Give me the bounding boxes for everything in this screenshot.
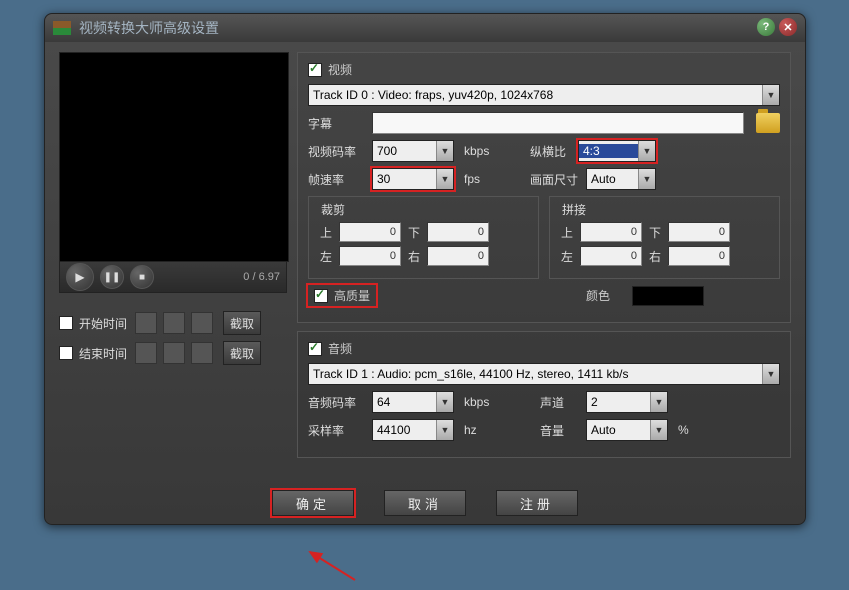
close-button[interactable]: ✕ [779,18,797,36]
fps-label: 帧速率 [308,171,366,188]
crop-bottom-input[interactable]: 0 [427,222,489,242]
video-bitrate-select[interactable]: 700 ▼ [372,140,454,162]
color-swatch[interactable] [632,286,704,306]
chevron-down-icon: ▼ [436,141,453,161]
video-track-select[interactable]: Track ID 0 : Video: fraps, yuv420p, 1024… [308,84,780,106]
join-right-input[interactable]: 0 [668,246,730,266]
audio-bitrate-label: 音频码率 [308,394,366,411]
chevron-down-icon: ▼ [762,364,779,384]
start-s[interactable] [191,312,213,334]
annotation-arrow-icon [305,550,365,590]
stop-button[interactable]: ■ [130,265,154,289]
fps-select[interactable]: 30 ▼ [372,168,454,190]
video-bitrate-label: 视频码率 [308,143,366,160]
size-label: 画面尺寸 [530,171,580,188]
sample-select[interactable]: 44100 ▼ [372,419,454,441]
grab-start-button[interactable]: 截取 [223,311,261,335]
audio-checkbox[interactable] [308,342,322,356]
window-title: 视频转换大师高级设置 [79,18,219,38]
settings-window: 视频转换大师高级设置 ? ✕ ▶ ❚❚ ■ 0 / 6.97 开始时间 [44,13,806,525]
join-title: 拼接 [558,201,771,218]
crop-title: 裁剪 [317,201,530,218]
start-time-checkbox[interactable] [59,316,73,330]
join-bottom-input[interactable]: 0 [668,222,730,242]
player-controls: ▶ ❚❚ ■ 0 / 6.97 [59,262,287,293]
channels-label: 声道 [540,394,580,411]
chevron-down-icon: ▼ [436,420,453,440]
size-select[interactable]: Auto ▼ [586,168,656,190]
pause-button[interactable]: ❚❚ [100,265,124,289]
start-h[interactable] [135,312,157,334]
aspect-ratio-select[interactable]: 4:3 ▼ [578,140,656,162]
audio-bitrate-select[interactable]: 64 ▼ [372,391,454,413]
help-button[interactable]: ? [757,18,775,36]
color-label: 颜色 [586,287,626,304]
end-time-checkbox[interactable] [59,346,73,360]
video-preview [59,52,289,262]
end-h[interactable] [135,342,157,364]
titlebar: 视频转换大师高级设置 ? ✕ [45,14,805,42]
aspect-label: 纵横比 [530,143,572,160]
video-checkbox[interactable] [308,63,322,77]
end-m[interactable] [163,342,185,364]
volume-label: 音量 [540,422,580,439]
high-quality-label: 高质量 [334,287,370,304]
fps-unit: fps [464,172,498,186]
cancel-button[interactable]: 取消 [384,490,466,516]
end-time-label: 结束时间 [79,345,129,362]
start-time-label: 开始时间 [79,315,129,332]
crop-panel: 裁剪 上 0 下 0 左 0 右 0 [308,196,539,279]
folder-icon[interactable] [756,113,780,133]
chevron-down-icon: ▼ [762,85,779,105]
channels-select[interactable]: 2 ▼ [586,391,668,413]
join-panel: 拼接 上 0 下 0 左 0 右 0 [549,196,780,279]
volume-select[interactable]: Auto ▼ [586,419,668,441]
subtitle-input[interactable] [372,112,744,134]
crop-right-input[interactable]: 0 [427,246,489,266]
app-icon [53,21,71,35]
grab-end-button[interactable]: 截取 [223,341,261,365]
chevron-down-icon: ▼ [650,420,667,440]
subtitle-label: 字幕 [308,115,366,132]
play-button[interactable]: ▶ [66,263,94,291]
audio-track-select[interactable]: Track ID 1 : Audio: pcm_s16le, 44100 Hz,… [308,363,780,385]
start-m[interactable] [163,312,185,334]
chevron-down-icon: ▼ [638,169,655,189]
sample-unit: hz [464,423,498,437]
high-quality-checkbox[interactable] [314,289,328,303]
audio-section-label: 音频 [328,340,352,357]
register-button[interactable]: 注册 [496,490,578,516]
join-left-input[interactable]: 0 [580,246,642,266]
join-top-input[interactable]: 0 [580,222,642,242]
crop-top-input[interactable]: 0 [339,222,401,242]
bitrate-unit: kbps [464,144,498,158]
chevron-down-icon: ▼ [436,392,453,412]
player-time: 0 / 6.97 [243,271,280,283]
crop-left-input[interactable]: 0 [339,246,401,266]
video-section-label: 视频 [328,61,352,78]
audio-panel: 音频 Track ID 1 : Audio: pcm_s16le, 44100 … [297,331,791,458]
chevron-down-icon: ▼ [650,392,667,412]
end-s[interactable] [191,342,213,364]
chevron-down-icon: ▼ [436,169,453,189]
video-panel: 视频 Track ID 0 : Video: fraps, yuv420p, 1… [297,52,791,323]
sample-label: 采样率 [308,422,366,439]
ok-button[interactable]: 确定 [272,490,354,516]
chevron-down-icon: ▼ [638,141,655,161]
volume-unit: % [678,423,692,437]
audio-bitrate-unit: kbps [464,395,498,409]
